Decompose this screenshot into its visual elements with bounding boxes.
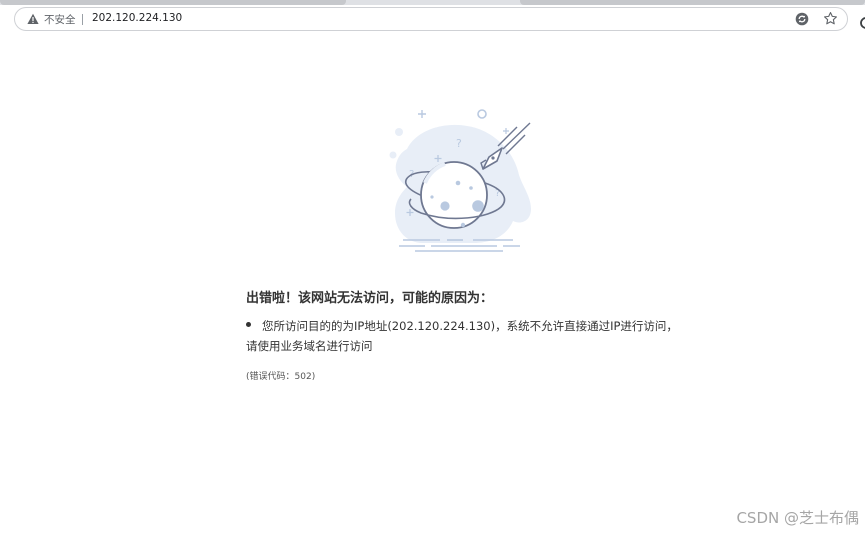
url-text[interactable]: 202.120.224.130 (92, 12, 182, 24)
extension-icon[interactable] (859, 16, 865, 30)
browser-toolbar: 不安全 202.120.224.130 (0, 5, 865, 34)
translate-icon[interactable] (795, 12, 809, 26)
decor-ring (477, 109, 487, 119)
error-illustration: ? ? ? (389, 109, 531, 252)
bullet-icon (246, 322, 251, 327)
sparkle-icon (418, 110, 426, 118)
question-mark-icon: ? (456, 137, 462, 150)
watermark: CSDN @芝士布偶 (736, 509, 859, 527)
star-icon[interactable] (823, 11, 838, 26)
decor-circle (395, 128, 403, 136)
browser-window: 不安全 202.120.224.130 ? ? ? 出错啦！该网站无法访问，可能… (0, 0, 865, 534)
error-code: (错误代码：502) (246, 372, 316, 382)
error-heading: 出错啦！该网站无法访问，可能的原因为： (246, 291, 494, 306)
sparkle-icon (503, 128, 509, 134)
warning-triangle-icon[interactable] (27, 13, 39, 25)
security-status-label[interactable]: 不安全 (44, 12, 76, 27)
decor-circle (389, 151, 397, 159)
address-bar[interactable]: 不安全 202.120.224.130 (14, 7, 848, 31)
error-reason-text: 您所访问目的的为IP地址(202.120.224.130)，系统不允许直接通过I… (262, 319, 678, 333)
omnibox-divider (82, 14, 83, 25)
error-reason-text-continued: 请使用业务域名进行访问 (246, 339, 373, 353)
